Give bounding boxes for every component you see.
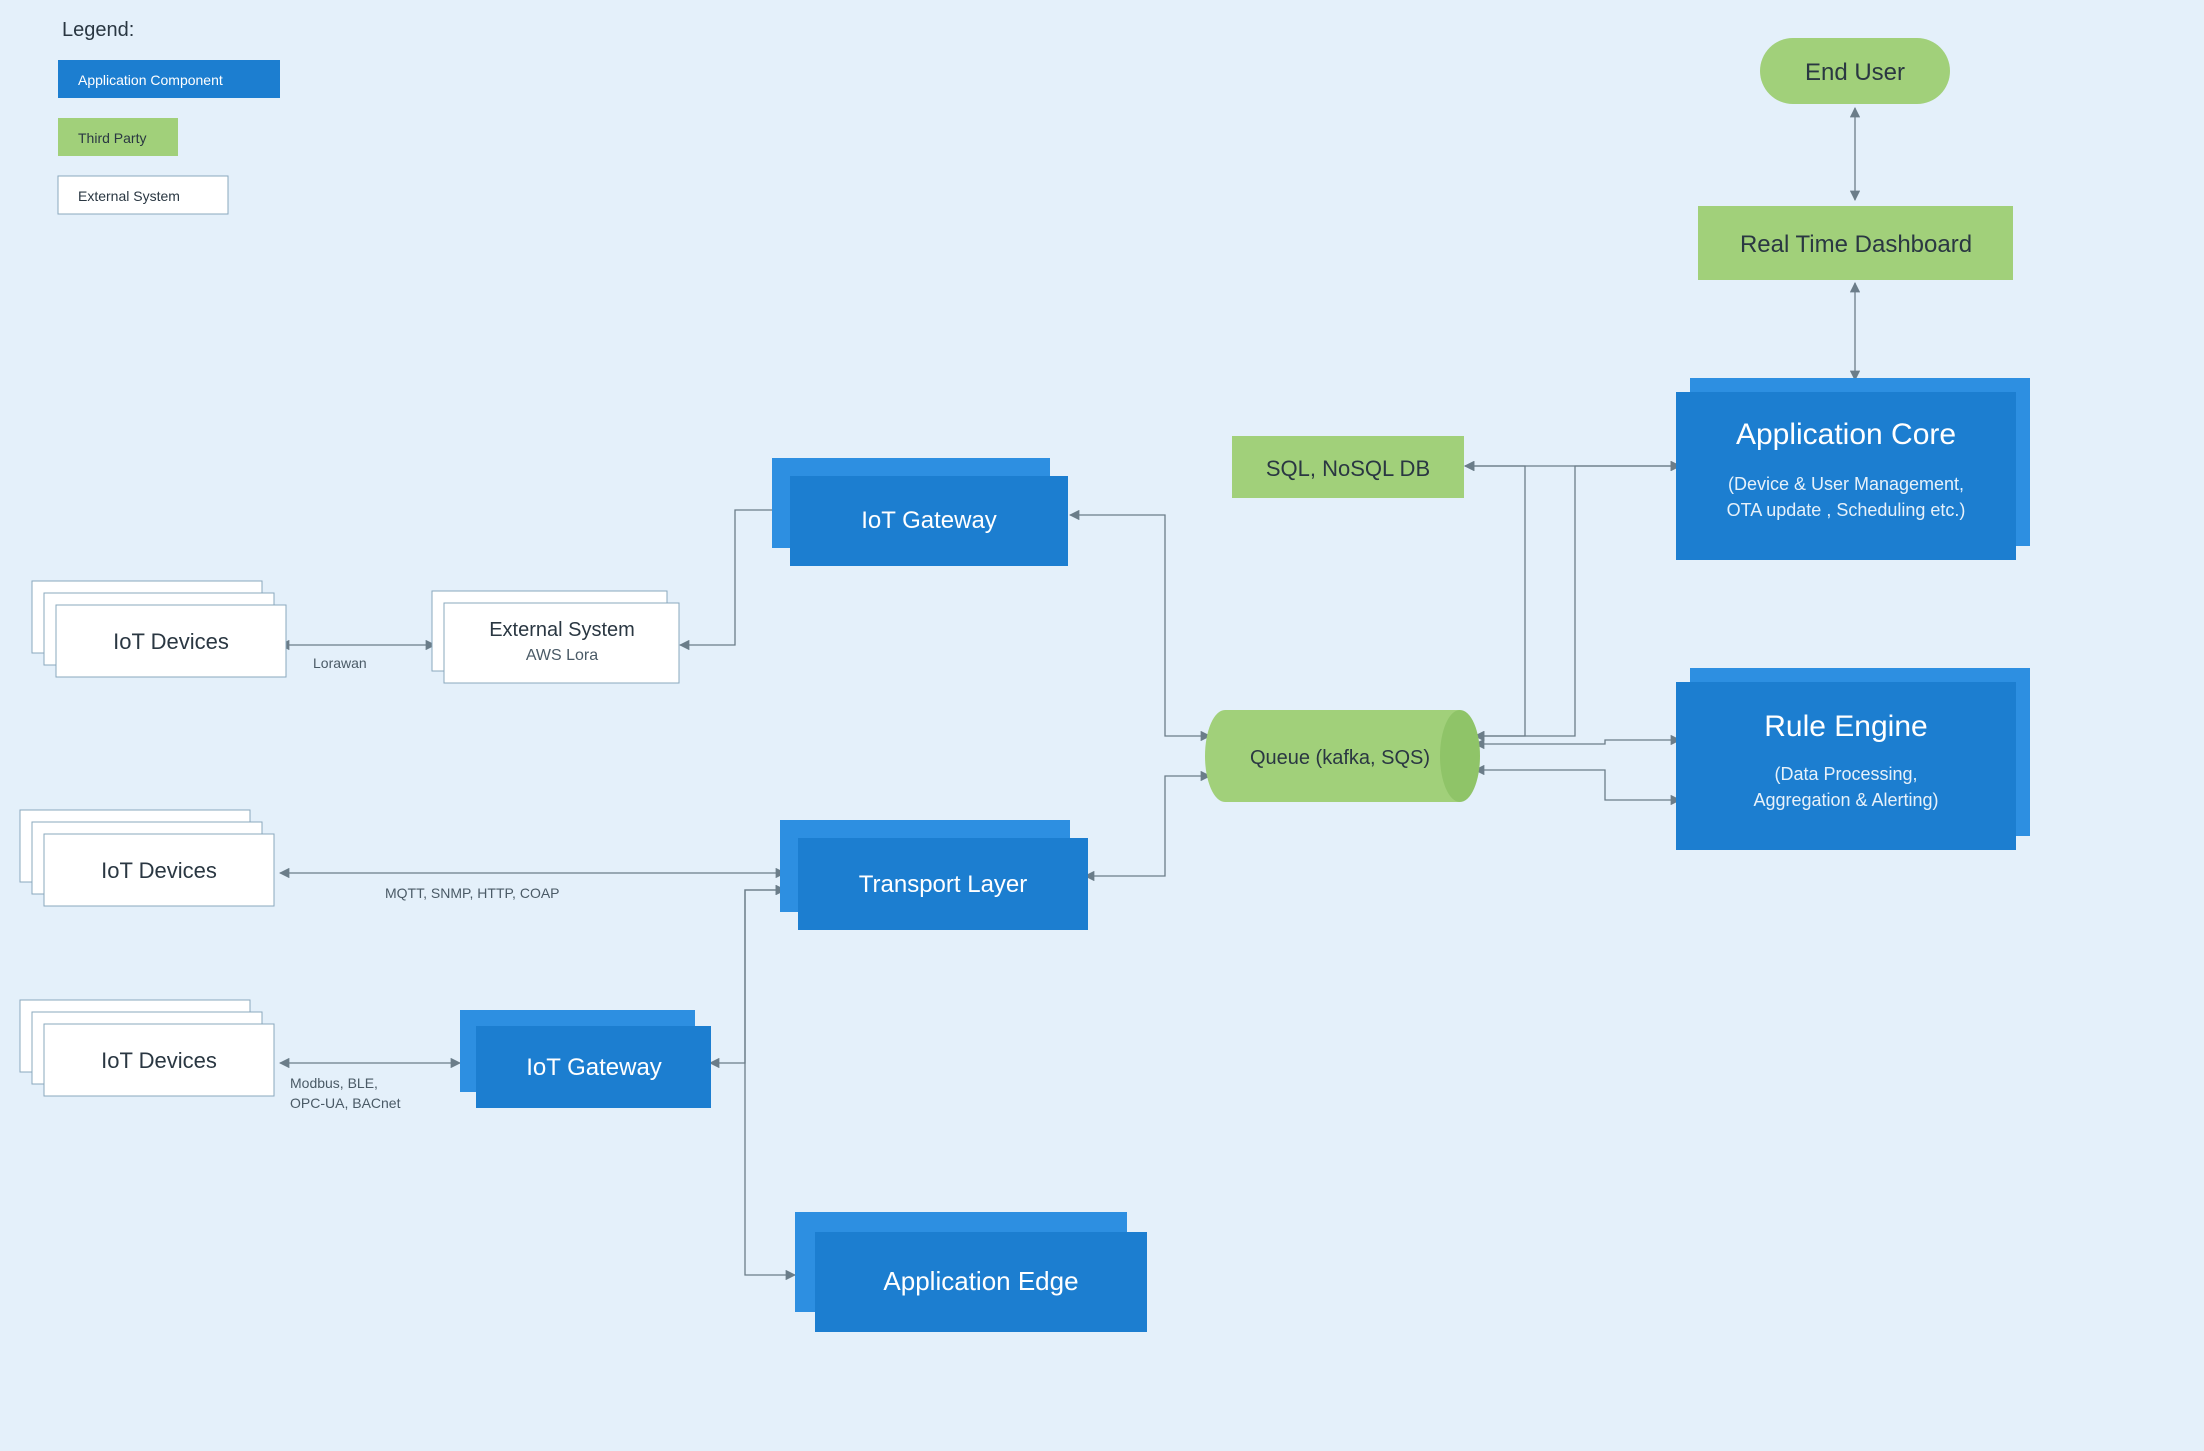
node-iot-devices-3: IoT Devices	[20, 1000, 274, 1096]
node-subtitle-2: OTA update , Scheduling etc.)	[1727, 500, 1966, 520]
legend-item-external-system: External System	[58, 176, 228, 214]
node-iot-devices-1: IoT Devices	[32, 581, 286, 677]
edge-label-lorawan: Lorawan	[313, 655, 367, 671]
legend-label: Third Party	[78, 130, 146, 146]
node-iot-devices-2: IoT Devices	[20, 810, 274, 906]
node-iot-gateway-1: IoT Gateway	[772, 458, 1068, 566]
node-transport-layer: Transport Layer	[780, 820, 1088, 930]
edge-label-modbus-l1: Modbus, BLE,	[290, 1075, 378, 1091]
legend-item-third-party: Third Party	[58, 118, 178, 156]
node-title: SQL, NoSQL DB	[1266, 456, 1430, 481]
node-end-user: End User	[1760, 38, 1950, 104]
node-title: External System	[489, 619, 635, 641]
node-title: Queue (kafka, SQS)	[1250, 747, 1430, 769]
legend-label: External System	[78, 188, 180, 204]
node-sql-db: SQL, NoSQL DB	[1232, 436, 1464, 498]
node-title: Application Core	[1736, 418, 1956, 451]
node-subtitle: AWS Lora	[526, 647, 598, 664]
node-title: End User	[1805, 59, 1905, 86]
node-title: IoT Gateway	[526, 1054, 662, 1081]
architecture-diagram: Legend: Application Component Third Part…	[0, 0, 2204, 1451]
node-application-core: Application Core (Device & User Manageme…	[1676, 378, 2030, 560]
legend-item-app-component: Application Component	[58, 60, 280, 98]
node-subtitle-1: (Device & User Management,	[1728, 474, 1964, 494]
node-rule-engine: Rule Engine (Data Processing, Aggregatio…	[1676, 668, 2030, 850]
node-dashboard: Real Time Dashboard	[1698, 206, 2013, 280]
node-external-system: External System AWS Lora	[432, 591, 679, 683]
node-iot-gateway-2: IoT Gateway	[460, 1010, 711, 1108]
legend-title: Legend:	[62, 19, 134, 41]
node-subtitle-2: Aggregation & Alerting)	[1753, 790, 1938, 810]
edge-label-mqtt: MQTT, SNMP, HTTP, COAP	[385, 885, 560, 901]
edge-label-modbus-l2: OPC-UA, BACnet	[290, 1095, 401, 1111]
node-queue: Queue (kafka, SQS)	[1205, 710, 1480, 802]
node-title: Rule Engine	[1764, 710, 1927, 743]
node-application-edge: Application Edge	[795, 1212, 1147, 1332]
node-title: IoT Gateway	[861, 507, 997, 534]
node-title: Application Edge	[883, 1266, 1078, 1296]
legend-label: Application Component	[78, 72, 223, 88]
node-title: Real Time Dashboard	[1740, 231, 1972, 258]
node-title: IoT Devices	[113, 629, 229, 654]
node-title: Transport Layer	[859, 871, 1028, 898]
node-title: IoT Devices	[101, 1048, 217, 1073]
node-title: IoT Devices	[101, 858, 217, 883]
node-subtitle-1: (Data Processing,	[1774, 764, 1917, 784]
